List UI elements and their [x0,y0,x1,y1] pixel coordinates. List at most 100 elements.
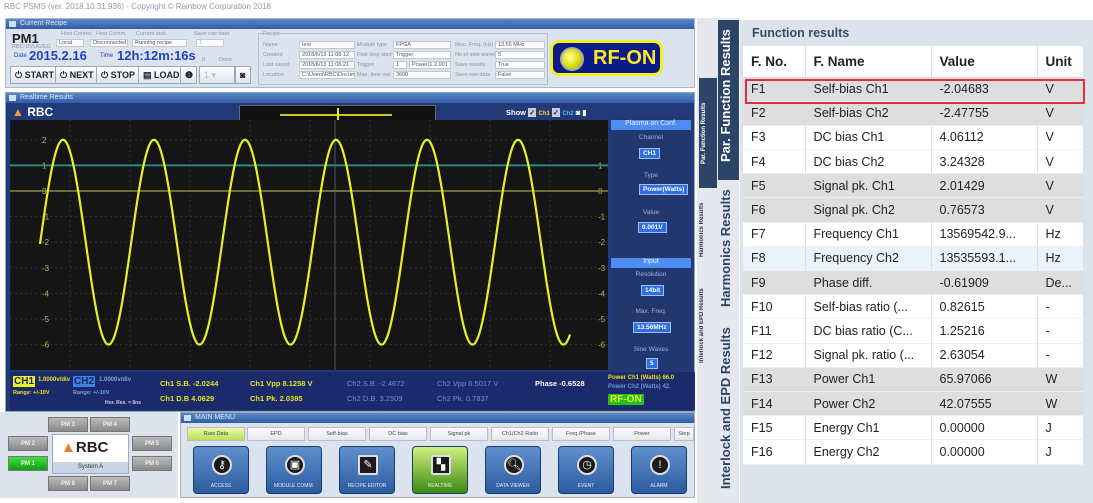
table-row[interactable]: F5 Signal pk. Ch1 2.01429 V [743,173,1084,199]
sine-waves-field: 5 [495,51,545,59]
table-row[interactable]: F14 Power Ch2 42.07555 W [743,391,1084,417]
first-step-field: Trigger [393,51,451,59]
camera-icon: ◙ [240,70,246,80]
sine-waves-label: No of sine waves [455,52,497,58]
event-button[interactable]: ◷ EVENT [558,446,614,494]
tab-ratio[interactable]: Ch1/Ch2 Ratio [491,427,549,441]
tab-par-function-results-small[interactable]: Par. Function Results [699,78,717,188]
tab-par-function-results[interactable]: Par. Function Results [718,20,739,180]
created-field: 2018/6/13 11:08:12 [299,51,355,59]
value-cell: 0.00000 [931,439,1038,465]
module-comm-button[interactable]: ▣ MODULE COMM. [266,446,322,494]
f-no-cell: F7 [743,222,806,247]
ch1-checkbox[interactable]: ✓ [528,108,537,117]
mon-freq-field: 13.56 MHz [495,41,545,49]
module-comm-label: MODULE COMM. [274,483,314,489]
f-no-cell: F3 [743,125,806,151]
tab-interlock-epd-small[interactable]: Interlock and EPD Results [699,273,717,378]
tab-epd[interactable]: EPD [247,427,305,441]
ch2-checkbox[interactable]: ✓ [551,108,561,117]
table-row[interactable]: F13 Power Ch1 65.97066 W [743,367,1084,392]
table-row[interactable]: F2 Self-bias Ch2 -2.47755 V [743,101,1084,126]
tab-signal-pk[interactable]: Signal pk [430,427,488,441]
done-label: Done [219,57,233,63]
ch2-badge[interactable]: CH2 [73,376,96,387]
max-time-field: 3600 [393,71,451,79]
recipe-group-label: Recipe [263,31,281,37]
table-row[interactable]: F9 Phase diff. -0.61909 De... [743,270,1084,296]
camera-button[interactable]: ◙ [235,66,251,84]
rbc-logo-icon: ▲ [12,105,28,119]
chip-icon: ▣ [285,455,305,475]
pm-selector-panel: PM 3 PM 4 PM 2 PM 1 PM 5 PM 6 PM 8 PM 7 … [0,412,178,498]
stop-button[interactable]: ⏻ STOP [96,66,140,84]
value-field[interactable]: 0.001V [638,222,667,233]
save-icon[interactable]: ▮ [582,108,586,117]
f-name-cell: DC bias Ch1 [805,125,932,151]
stop-label: STOP [110,70,135,80]
location-field: C:\Users\RBC\Docum [299,71,355,79]
pm1-button[interactable]: PM 1 [8,456,48,471]
type-value[interactable]: Power(Watts) [639,184,689,195]
pm2-button[interactable]: PM 2 [8,436,48,451]
sine-waves-value[interactable]: 5 [646,358,658,369]
tab-raw-data[interactable]: Raw Data [187,427,245,441]
col-unit[interactable]: Unit [1037,46,1084,77]
recipe-group: Recipe Name test Created 2018/6/13 11:08… [258,31,548,85]
table-row[interactable]: F10 Self-bias ratio (... 0.82615- [743,294,1084,320]
col-f-no[interactable]: F. No. [743,46,806,77]
max-freq-value[interactable]: 13.56MHz [633,322,671,333]
recipe-editor-button[interactable]: ✎ RECIPE EDITOR [339,446,395,494]
table-row[interactable]: F3 DC bias Ch1 4.06112 V [743,125,1084,151]
pm8-button[interactable]: PM 8 [48,476,88,491]
camera-icon[interactable]: ◙ [576,108,581,117]
tab-interlock-epd-results[interactable]: Interlock and EPD Results [718,316,739,501]
tab-freq-phase[interactable]: Freq./Phase [552,427,610,441]
tab-power[interactable]: Power [613,427,671,441]
col-value[interactable]: Value [931,46,1038,77]
channel-value[interactable]: CH1 [639,148,661,159]
table-row[interactable]: F6 Signal pk. Ch2 0.76573 V [743,197,1084,223]
alarm-button[interactable]: ! ALARM [631,446,687,494]
value-cell: 2.01429 [931,173,1038,199]
step-select[interactable]: 1 ▾ [199,66,235,84]
realtime-button[interactable]: ▚ REALTIME [412,446,468,494]
first-step-label: First step start [357,52,392,58]
current-task-label: Current task [136,31,166,37]
pm5-button[interactable]: PM 5 [132,436,172,451]
resolution-value[interactable]: 14bit [641,285,665,296]
info-button[interactable]: ❶ [180,66,197,84]
col-f-name[interactable]: F. Name [805,46,932,77]
pm7-button[interactable]: PM 7 [90,476,130,491]
table-row[interactable]: F12 Signal pk. ratio (... 2.63054- [743,343,1084,368]
load-button[interactable]: ▤ LOAD [138,66,185,84]
tab-harmonics-results-small[interactable]: Harmonics Results [699,190,717,270]
value-cell: 65.97066 [931,367,1038,392]
data-viewer-button[interactable]: 🔍︎ DATA VIEWER [485,446,541,494]
host-control-label: Host Control [61,31,92,37]
pm6-button[interactable]: PM 6 [132,456,172,471]
pm4-button[interactable]: PM 4 [90,417,130,432]
save-raw-select[interactable]: 1 [196,39,224,47]
table-row[interactable]: F11 DC bias ratio (C... 1.25216- [743,318,1084,344]
f-name-cell: Self-bias ratio (... [805,294,932,320]
pm3-button[interactable]: PM 3 [48,417,88,432]
f-no-cell: F15 [743,415,806,441]
y-tick-right: -1 [598,213,606,222]
access-button[interactable]: ⚷ ACCESS [193,446,249,494]
y-tick-left: -5 [42,315,50,324]
tab-step[interactable]: Step [674,427,694,441]
tab-self-bias[interactable]: Self-bias [308,427,366,441]
next-button[interactable]: ⏻ NEXT [55,66,99,84]
table-row[interactable]: F7 Frequency Ch1 13569542.9... Hz [743,222,1084,247]
trigger-source-field: Power(1.2.001 [409,61,451,69]
start-button[interactable]: ⏻ START [10,66,59,84]
table-row[interactable]: F16 Energy Ch2 0.00000 J [743,439,1084,465]
table-row[interactable]: F8 Frequency Ch2 13535593.1... Hz [743,246,1084,272]
table-row[interactable]: F15 Energy Ch1 0.00000 J [743,415,1084,441]
tab-harmonics-results[interactable]: Harmonics Results [718,183,739,313]
tab-dc-bias[interactable]: DC bias [369,427,427,441]
ch1-badge[interactable]: CH1 [13,376,36,387]
save-raw-data-label: Save raw data [455,72,491,78]
table-row[interactable]: F4 DC bias Ch2 3.24328 V [743,149,1084,175]
